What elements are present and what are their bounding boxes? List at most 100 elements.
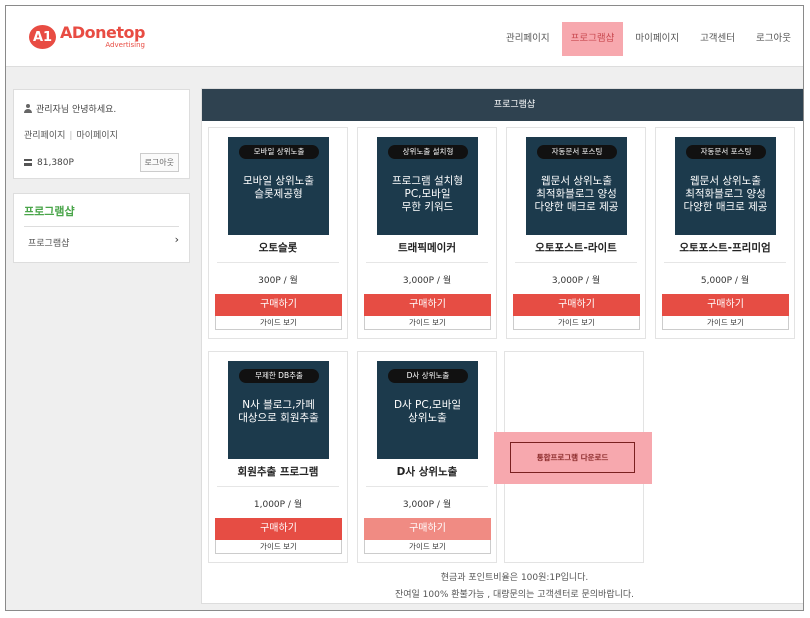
note-line: 잔여일 100% 환불가능 , 대량문의는 고객센터로 문의바랍니다. — [394, 590, 635, 600]
product-card: 모바일 상위노출 모바일 상위노출 슬롯제공형 오토슬롯 300P / 월 구매… — [208, 127, 348, 339]
product-name: 오토슬롯 — [258, 242, 298, 254]
logo-main: ADonetop — [60, 23, 146, 42]
note-line: 현금과 포인트비율은 100원:1P입니다. — [440, 573, 589, 583]
desc-line: 상위노출 — [408, 412, 447, 424]
logo-badge: A1 — [29, 25, 56, 49]
product-image: 모바일 상위노출 모바일 상위노출 슬롯제공형 — [228, 137, 329, 235]
top-nav: 관리페이지 프로그램샵 마이페이지 고객센터 로그아웃 — [497, 22, 803, 56]
logout-button[interactable]: 로그아웃 — [139, 153, 179, 172]
product-image: D사 상위노출 D사 PC,모바일 상위노출 — [377, 361, 478, 459]
greeting-text: 관리자님 안녕하세요. — [36, 105, 117, 115]
desc-line: 프로그램 설치형 — [392, 175, 463, 187]
buy-button[interactable]: 구매하기 — [215, 294, 342, 316]
product-image: 자동문서 포스팅 웹문서 상위노출 최적화블로그 양성 다양한 매크로 제공 — [526, 137, 627, 235]
download-highlight: 통합프로그램 다운로드 — [494, 432, 652, 484]
logo-sub: Advertising — [105, 41, 145, 49]
desc-line: 무한 키워드 — [401, 201, 454, 213]
nav-logout[interactable]: 로그아웃 — [747, 22, 800, 56]
buy-button[interactable]: 구매하기 — [364, 294, 491, 316]
product-name: 오토포스트-프리미엄 — [679, 242, 771, 254]
desc-line: 최적화블로그 양성 — [685, 188, 766, 200]
sidebar-item-label: 프로그램샵 — [28, 239, 70, 249]
product-name: D사 상위노출 — [396, 466, 458, 478]
product-tag: 자동문서 포스팅 — [686, 145, 766, 159]
product-desc: 웹문서 상위노출 최적화블로그 양성 다양한 매크로 제공 — [675, 175, 776, 214]
guide-button[interactable]: 가이드 보기 — [662, 316, 789, 330]
product-desc: N사 블로그,카페 대상으로 회원추출 — [228, 399, 329, 425]
points-display: 81,380P — [24, 158, 74, 168]
guide-button[interactable]: 가이드 보기 — [215, 540, 342, 554]
main-panel: 프로그램샵 모바일 상위노출 모바일 상위노출 슬롯제공형 오토슬롯 300P … — [201, 88, 803, 604]
product-desc: 웹문서 상위노출 최적화블로그 양성 다양한 매크로 제공 — [526, 175, 627, 214]
user-icon — [24, 104, 32, 113]
notes: 현금과 포인트비율은 100원:1P입니다. 잔여일 100% 환불가능 , 대… — [202, 570, 803, 604]
points-value: 81,380P — [37, 157, 74, 168]
points-row: 81,380P 로그아웃 — [24, 153, 179, 172]
main-title: 프로그램샵 — [202, 89, 803, 121]
guide-button[interactable]: 가이드 보기 — [364, 316, 491, 330]
divider — [664, 262, 786, 263]
product-price: 1,000P / 월 — [253, 500, 303, 510]
buy-button[interactable]: 구매하기 — [215, 518, 342, 540]
nav-customer-center[interactable]: 고객센터 — [691, 22, 744, 56]
buy-button[interactable]: 구매하기 — [364, 518, 491, 540]
desc-line: 웹문서 상위노출 — [541, 175, 612, 187]
product-desc: D사 PC,모바일 상위노출 — [377, 399, 478, 425]
buy-button[interactable]: 구매하기 — [513, 294, 640, 316]
product-image: 무제한 DB추출 N사 블로그,카페 대상으로 회원추출 — [228, 361, 329, 459]
product-name: 트래픽메이커 — [398, 242, 456, 254]
logo-text: ADonetop Advertising — [60, 23, 146, 49]
product-price: 300P / 월 — [258, 276, 298, 286]
divider — [217, 486, 339, 487]
buy-button[interactable]: 구매하기 — [662, 294, 789, 316]
download-button[interactable]: 통합프로그램 다운로드 — [510, 442, 635, 473]
desc-line: 대상으로 회원추출 — [238, 412, 319, 424]
product-image: 자동문서 포스팅 웹문서 상위노출 최적화블로그 양성 다양한 매크로 제공 — [675, 137, 776, 235]
product-card: 자동문서 포스팅 웹문서 상위노출 최적화블로그 양성 다양한 매크로 제공 오… — [506, 127, 646, 339]
divider — [217, 262, 339, 263]
nav-program-shop[interactable]: 프로그램샵 — [561, 22, 624, 56]
nav-mypage[interactable]: 마이페이지 — [626, 22, 688, 56]
nav-admin[interactable]: 관리페이지 — [497, 22, 559, 56]
desc-line: N사 블로그,카페 — [242, 399, 315, 411]
product-card: 무제한 DB추출 N사 블로그,카페 대상으로 회원추출 회원추출 프로그램 1… — [208, 351, 348, 563]
logo[interactable]: A1 ADonetop Advertising — [29, 23, 146, 49]
product-name: 회원추출 프로그램 — [237, 466, 319, 478]
guide-button[interactable]: 가이드 보기 — [215, 316, 342, 330]
guide-button[interactable]: 가이드 보기 — [364, 540, 491, 554]
product-image: 상위노출 설치형 프로그램 설치형 PC,모바일 무한 키워드 — [377, 137, 478, 235]
sidebar-title: 프로그램샵 — [24, 203, 179, 227]
user-links: 관리페이지 | 마이페이지 — [24, 128, 179, 141]
product-tag: 상위노출 설치형 — [388, 145, 468, 159]
desc-line: 웹문서 상위노출 — [690, 175, 761, 187]
desc-line: 모바일 상위노출 — [243, 175, 314, 187]
desc-line: 최적화블로그 양성 — [536, 188, 617, 200]
mypage-link[interactable]: 마이페이지 — [76, 131, 117, 141]
divider — [366, 262, 488, 263]
sidebar: 프로그램샵 프로그램샵 › — [13, 193, 190, 263]
product-card: D사 상위노출 D사 PC,모바일 상위노출 D사 상위노출 3,000P / … — [357, 351, 497, 563]
product-desc: 모바일 상위노출 슬롯제공형 — [228, 175, 329, 201]
desc-line: 다양한 매크로 제공 — [534, 201, 619, 213]
admin-link[interactable]: 관리페이지 — [24, 131, 65, 141]
chevron-right-icon: › — [174, 233, 179, 246]
product-price: 3,000P / 월 — [402, 500, 452, 510]
product-name: 오토포스트-라이트 — [535, 242, 617, 254]
app-frame: A1 ADonetop Advertising 관리페이지 프로그램샵 마이페이… — [5, 5, 804, 611]
product-desc: 프로그램 설치형 PC,모바일 무한 키워드 — [377, 175, 478, 214]
product-price: 5,000P / 월 — [700, 276, 750, 286]
product-price: 3,000P / 월 — [551, 276, 601, 286]
desc-line: 슬롯제공형 — [254, 188, 303, 200]
product-tag: 무제한 DB추출 — [239, 369, 319, 383]
divider — [515, 262, 637, 263]
desc-line: 다양한 매크로 제공 — [683, 201, 768, 213]
user-box: 관리자님 안녕하세요. 관리페이지 | 마이페이지 81,380P 로그아웃 — [13, 89, 190, 179]
desc-line: PC,모바일 — [404, 188, 451, 200]
sidebar-item-program-shop[interactable]: 프로그램샵 › — [24, 233, 179, 249]
divider — [366, 486, 488, 487]
product-tag: 모바일 상위노출 — [239, 145, 319, 159]
guide-button[interactable]: 가이드 보기 — [513, 316, 640, 330]
greeting: 관리자님 안녕하세요. — [24, 102, 179, 115]
product-tag: 자동문서 포스팅 — [537, 145, 617, 159]
link-separator: | — [69, 131, 73, 141]
